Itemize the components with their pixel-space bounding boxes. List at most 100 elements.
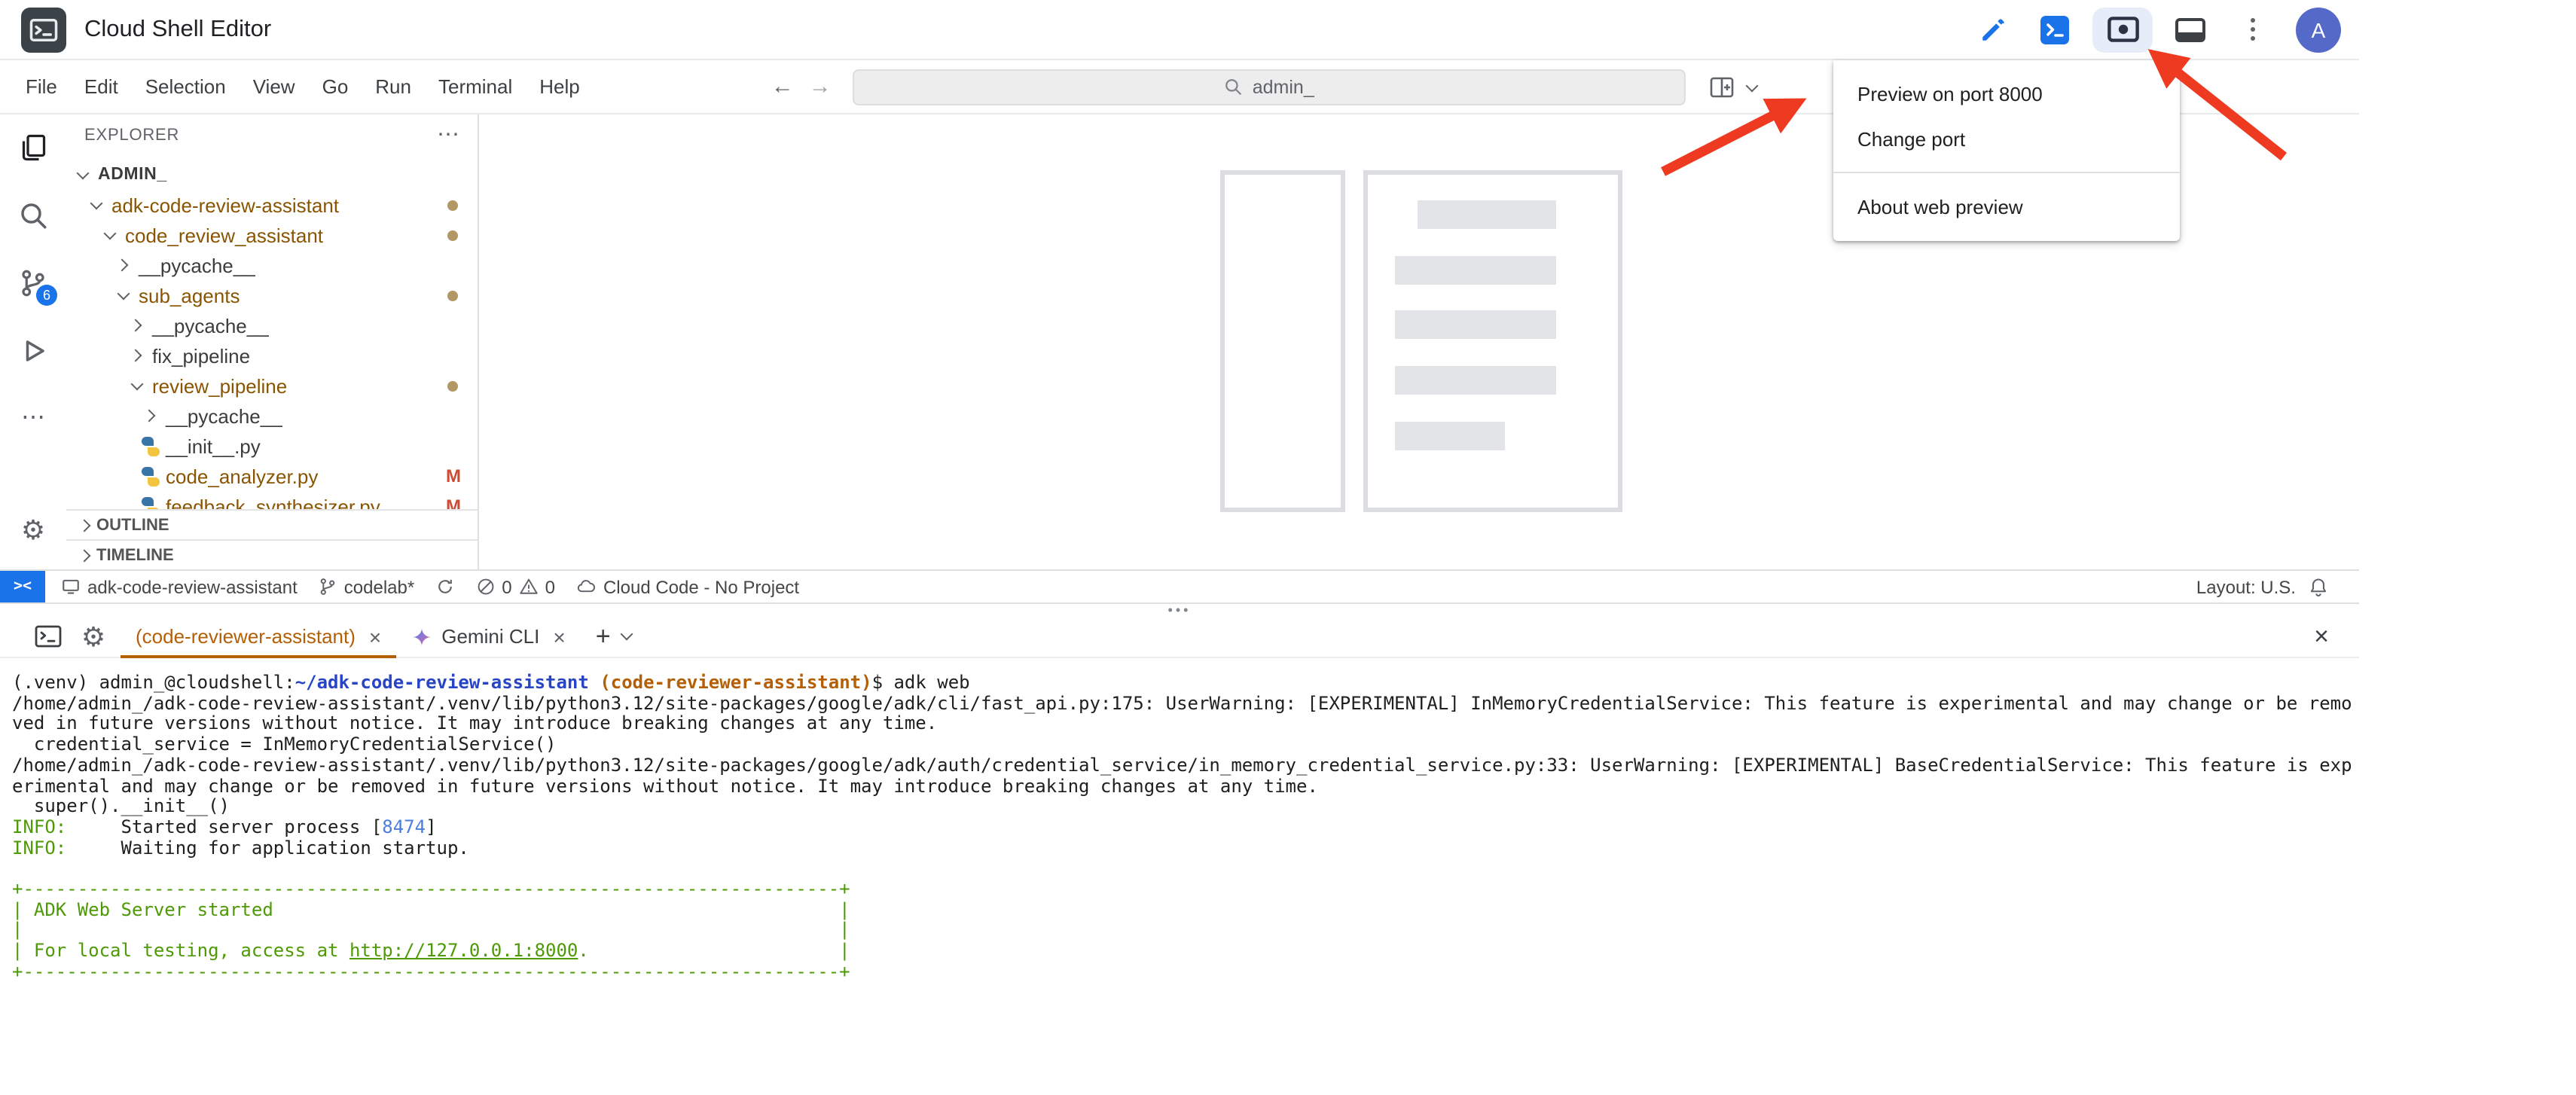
menu-item-preview-on-port-8000[interactable]: Preview on port 8000 (1833, 71, 2180, 116)
more-options-kebab-icon[interactable] (2228, 7, 2276, 52)
tree-item-__pycache__[interactable]: __pycache__ (66, 401, 478, 431)
menu-item-about-web-preview[interactable]: About web preview (1833, 184, 2180, 229)
web-preview-icon[interactable] (2092, 7, 2153, 52)
source-control-icon[interactable]: 6 (15, 265, 51, 301)
terminal-icon[interactable] (30, 618, 66, 654)
tree-item-__init__.py[interactable]: __init__.py (66, 431, 478, 461)
terminal-line: /home/admin_/adk-code-review-assistant/.… (12, 694, 2359, 714)
more-views-icon[interactable]: ⋯ (15, 401, 51, 437)
menu-view[interactable]: View (240, 75, 309, 98)
tree-item-code_analyzer.py[interactable]: code_analyzer.pyM (66, 461, 478, 491)
tree-item-__pycache__[interactable]: __pycache__ (66, 250, 478, 280)
terminal-line: super().__init__() (12, 797, 2359, 817)
notifications-bell-icon (2308, 576, 2329, 597)
cloud-shell-editor: Cloud Shell Editor (0, 0, 2576, 1078)
close-panel-button[interactable]: × (2314, 621, 2329, 651)
terminal-dropdown-chevron-icon[interactable] (617, 624, 641, 648)
chevron-right-icon (75, 544, 96, 566)
gemini-icon (411, 626, 432, 647)
scm-changes-badge: 6 (36, 285, 57, 306)
terminal-line: ved in future versions without notice. I… (12, 715, 2359, 735)
status-bar-right: Layout: U.S. (2196, 576, 2359, 597)
tree-item-sub_agents[interactable]: sub_agents (66, 280, 478, 310)
tree-item-label: review_pipeline (152, 374, 287, 397)
close-icon[interactable]: × (553, 624, 565, 648)
tree-item-feedback_synthesizer.py[interactable]: feedback_synthesizer.pyM (66, 491, 478, 509)
settings-gear-icon[interactable]: ⚙ (15, 512, 51, 548)
tree-item-__pycache__[interactable]: __pycache__ (66, 310, 478, 340)
tab-terminal-gemini-cli[interactable]: Gemini CLI × (396, 615, 580, 657)
status-notifications[interactable] (2308, 576, 2329, 597)
tree-item-fix_pipeline[interactable]: fix_pipeline (66, 340, 478, 371)
open-editor-pencil-icon[interactable] (1969, 7, 2017, 52)
status-branch[interactable]: codelab* (319, 576, 414, 597)
cloud-shell-logo-icon (21, 7, 66, 52)
tree-item-label: adk-code-review-assistant (111, 194, 339, 216)
search-icon (1224, 77, 1244, 96)
terminal-output[interactable]: (.venv) admin_@cloudshell:~/adk-code-rev… (0, 658, 2359, 1095)
history-back-icon[interactable]: ← (771, 74, 794, 99)
tree-item-label: code_analyzer.py (166, 465, 318, 487)
menu-go[interactable]: Go (309, 75, 362, 98)
run-debug-icon[interactable] (15, 333, 51, 369)
terminal-panel: ••• ⚙ (code-reviewer-assistant) × (0, 602, 2359, 1078)
tree-item-code_review_assistant[interactable]: code_review_assistant (66, 220, 478, 250)
menu-file[interactable]: File (12, 75, 71, 98)
errors-icon (476, 577, 496, 596)
explorer-sidebar: EXPLORER ⋯ ADMIN_ adk-code-review-assista… (66, 114, 479, 569)
tree-item-label: fix_pipeline (152, 344, 250, 367)
python-file-icon (140, 496, 161, 509)
terminal-line: credential_service = InMemoryCredentialS… (12, 735, 2359, 755)
terminal-line (12, 859, 2359, 880)
tree-item-label: __init__.py (166, 435, 261, 457)
explorer-view-icon[interactable] (15, 130, 51, 166)
chevron-down-icon (86, 194, 107, 215)
warnings-icon (518, 577, 539, 596)
panel-resize-handle[interactable]: ••• (0, 604, 2359, 616)
git-modified-dot (447, 200, 458, 210)
status-sync[interactable] (435, 577, 455, 596)
account-avatar[interactable]: A (2296, 7, 2341, 52)
grid-layout-icon (1710, 76, 1734, 97)
placeholder-page-left (1220, 170, 1345, 512)
tree-item-label: __pycache__ (152, 314, 269, 337)
search-input[interactable]: admin_ (853, 69, 1686, 105)
terminal-line: INFO: Started server process [8474] (12, 818, 2359, 838)
tab-terminal-code-reviewer-assistant[interactable]: (code-reviewer-assistant) × (121, 615, 396, 657)
menu-separator (1833, 172, 2180, 173)
history-forward-icon[interactable]: → (809, 74, 832, 99)
remote-indicator[interactable]: >< (0, 571, 45, 602)
editor-layout-button[interactable] (1710, 76, 1763, 97)
tree-item-adk-code-review-assistant[interactable]: adk-code-review-assistant (66, 190, 478, 220)
open-terminal-icon[interactable] (2031, 7, 2079, 52)
python-file-icon (140, 436, 161, 456)
menu-terminal[interactable]: Terminal (425, 75, 526, 98)
status-workspace[interactable]: adk-code-review-assistant (60, 576, 298, 597)
explorer-title: EXPLORER (84, 127, 179, 145)
more-actions-icon[interactable]: ⋯ (437, 128, 459, 143)
menu-help[interactable]: Help (526, 75, 594, 98)
menu-selection[interactable]: Selection (132, 75, 240, 98)
section-label: OUTLINE (96, 516, 169, 534)
toggle-panel-icon[interactable] (2166, 7, 2214, 52)
tree-item-review_pipeline[interactable]: review_pipeline (66, 371, 478, 401)
status-cloud-code[interactable]: Cloud Code - No Project (576, 576, 799, 597)
terminal-settings-gear-icon[interactable]: ⚙ (75, 618, 111, 654)
section-outline[interactable]: OUTLINE (66, 509, 478, 539)
search-view-icon[interactable] (15, 197, 51, 233)
menu-item-change-port[interactable]: Change port (1833, 116, 2180, 161)
status-problems[interactable]: 0 0 (476, 576, 555, 597)
explorer-tree: ADMIN_ adk-code-review-assistant code_revi… (66, 160, 478, 509)
menu-edit[interactable]: Edit (71, 75, 132, 98)
sidebar-sections: OUTLINE TIMELINE (66, 509, 478, 569)
tree-item-ADMIN_[interactable]: ADMIN_ (66, 160, 478, 190)
new-terminal-button[interactable]: + (596, 621, 611, 651)
close-icon[interactable]: × (369, 624, 381, 648)
terminal-line: | | (12, 921, 2359, 941)
tree-item-label: feedback_synthesizer.py (166, 495, 380, 509)
status-keyboard-layout[interactable]: Layout: U.S. (2196, 576, 2296, 597)
menubar-items: FileEditSelectionViewGoRunTerminalHelp (12, 75, 594, 98)
section-timeline[interactable]: TIMELINE (66, 539, 478, 569)
web-preview-menu: Preview on port 8000 Change port About w… (1833, 60, 2180, 241)
menu-run[interactable]: Run (362, 75, 425, 98)
